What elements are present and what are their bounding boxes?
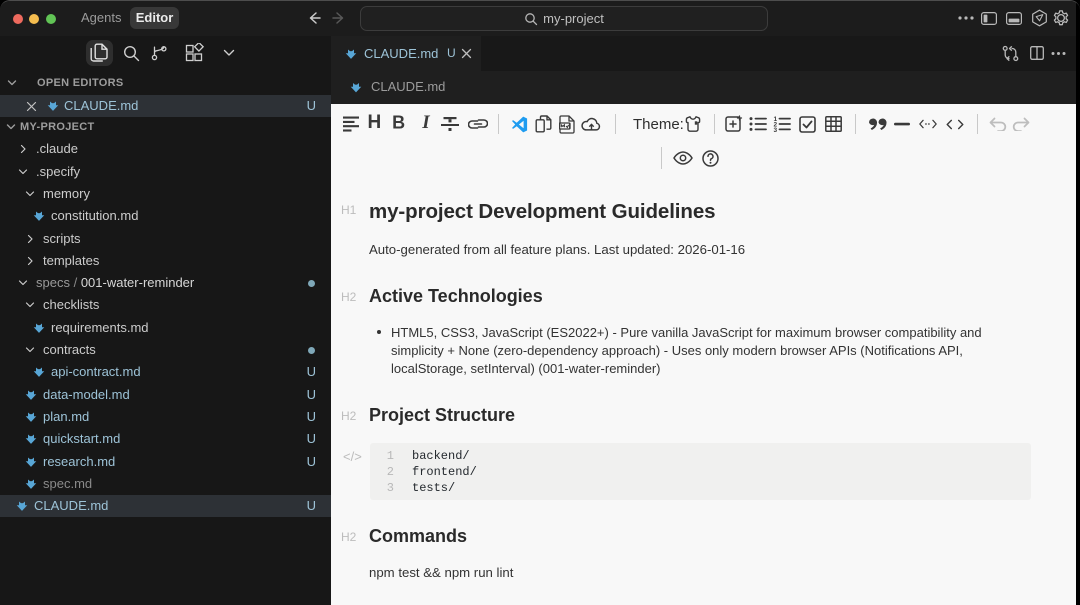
svg-text:3: 3 <box>774 127 778 132</box>
